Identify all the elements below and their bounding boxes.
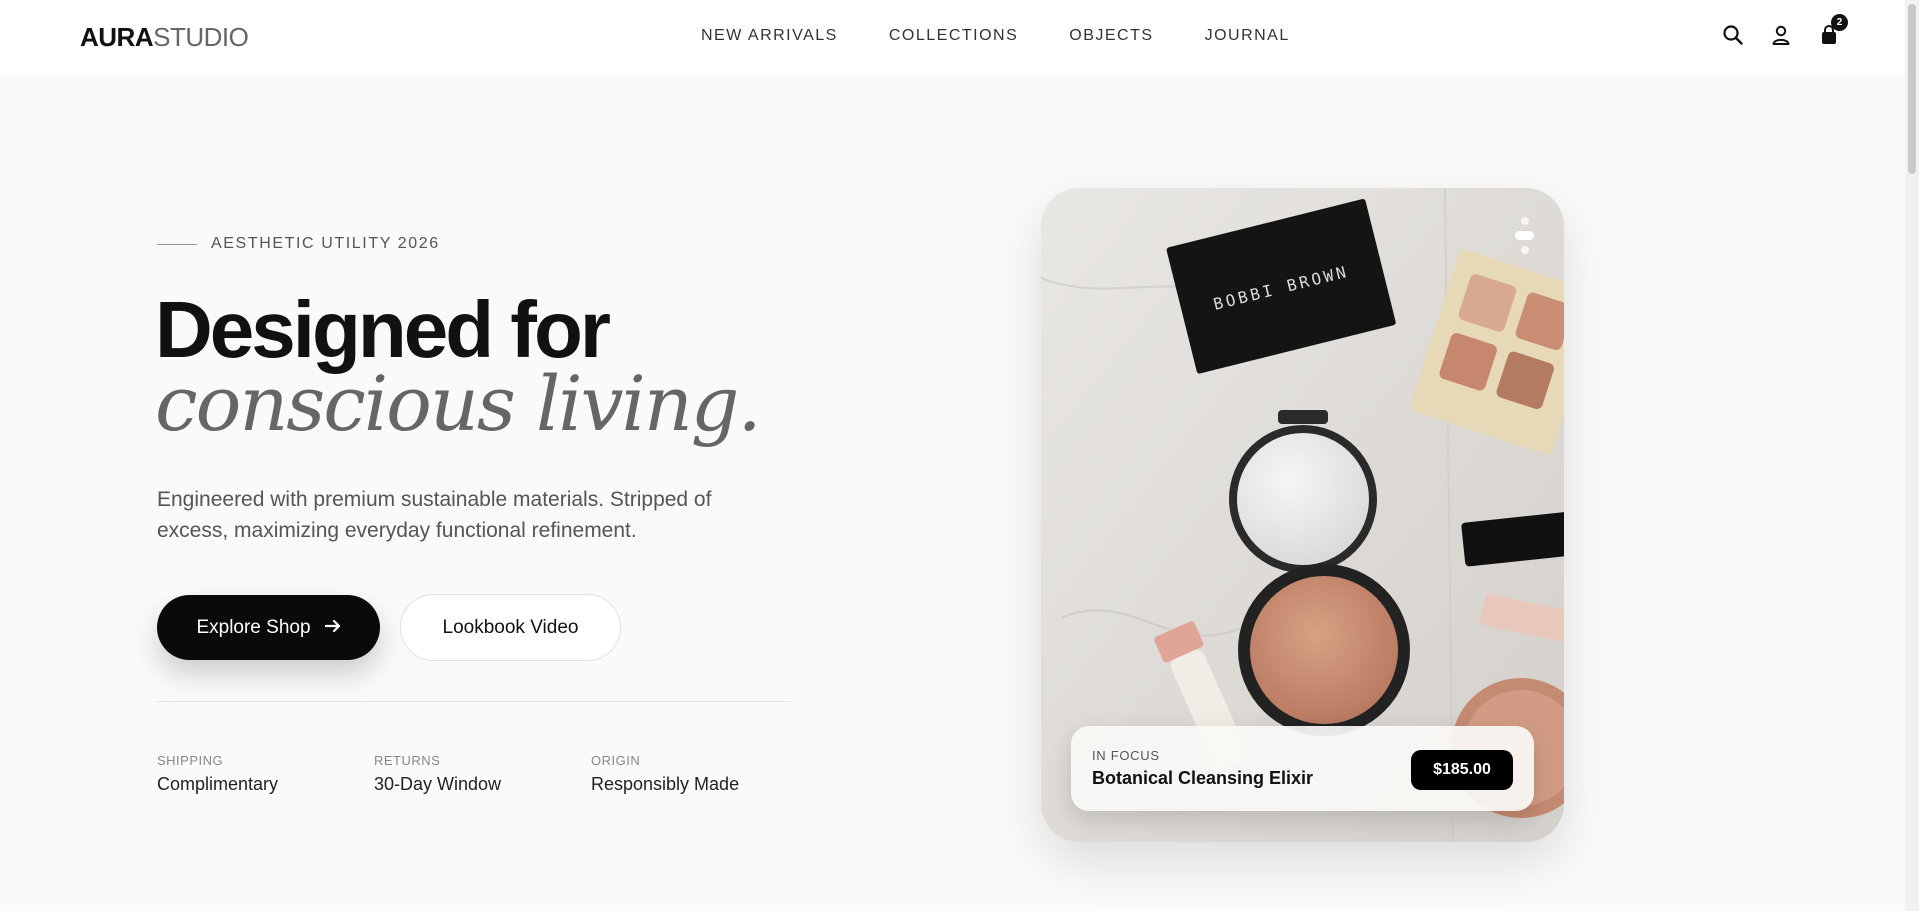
search-icon[interactable]: [1722, 24, 1744, 46]
eyebrow-text: AESTHETIC UTILITY 2026: [211, 235, 440, 252]
eyebrow-divider: [157, 243, 197, 245]
stats-divider: [157, 701, 791, 702]
stat-value: 30-Day Window: [374, 774, 502, 794]
hero-eyebrow: AESTHETIC UTILITY 2026: [157, 235, 440, 253]
page-scrollbar[interactable]: [1905, 0, 1919, 911]
product-name: Botanical Cleansing Elixir: [1092, 768, 1314, 788]
stat-label: SHIPPING: [157, 753, 224, 768]
stat-returns: RETURNS 30-Day Window: [374, 753, 501, 795]
nav-item-journal[interactable]: JOURNAL: [1205, 27, 1290, 45]
nav-item-objects[interactable]: OBJECTS: [1069, 27, 1153, 45]
bag-icon[interactable]: 2: [1818, 14, 1848, 46]
stat-label: ORIGIN: [591, 753, 641, 768]
focus-eyebrow: IN FOCUS: [1092, 748, 1160, 763]
nav-icons: 2: [1722, 14, 1848, 46]
logo[interactable]: AURASTUDIO: [80, 22, 249, 53]
explore-shop-label: Explore Shop: [196, 616, 311, 638]
hero-headline-italic: conscious living.: [155, 359, 762, 448]
stat-shipping: SHIPPING Complimentary: [157, 753, 278, 795]
carousel-dot-active[interactable]: [1515, 231, 1534, 240]
nav-item-collections[interactable]: COLLECTIONS: [889, 27, 1018, 45]
stat-origin: ORIGIN Responsibly Made: [591, 753, 739, 795]
scrollbar-thumb[interactable]: [1908, 4, 1916, 174]
carousel-dot[interactable]: [1520, 217, 1529, 225]
stat-value: Responsibly Made: [591, 774, 740, 794]
arrow-right-icon: [324, 617, 341, 639]
carousel-dot[interactable]: [1520, 246, 1529, 254]
explore-shop-button[interactable]: Explore Shop: [157, 595, 380, 660]
stat-label: RETURNS: [374, 753, 441, 768]
top-nav: AURASTUDIO NEW ARRIVALS COLLECTIONS OBJE…: [0, 0, 1919, 74]
main-menu: NEW ARRIVALS COLLECTIONS OBJECTS JOURNAL: [701, 27, 1290, 45]
price-badge[interactable]: $185.00: [1411, 750, 1513, 790]
nav-item-new-arrivals[interactable]: NEW ARRIVALS: [701, 27, 838, 45]
cart-count-badge: 2: [1831, 14, 1848, 31]
hero-headline: Designed for: [155, 285, 611, 374]
lookbook-video-button[interactable]: Lookbook Video: [400, 594, 621, 661]
carousel-dots: [1515, 217, 1534, 254]
user-icon[interactable]: [1770, 24, 1792, 46]
stat-value: Complimentary: [157, 774, 279, 794]
product-focus-card[interactable]: IN FOCUS Botanical Cleansing Elixir $185…: [1071, 726, 1534, 811]
hero-description: Engineered with premium sustainable mate…: [157, 488, 712, 542]
